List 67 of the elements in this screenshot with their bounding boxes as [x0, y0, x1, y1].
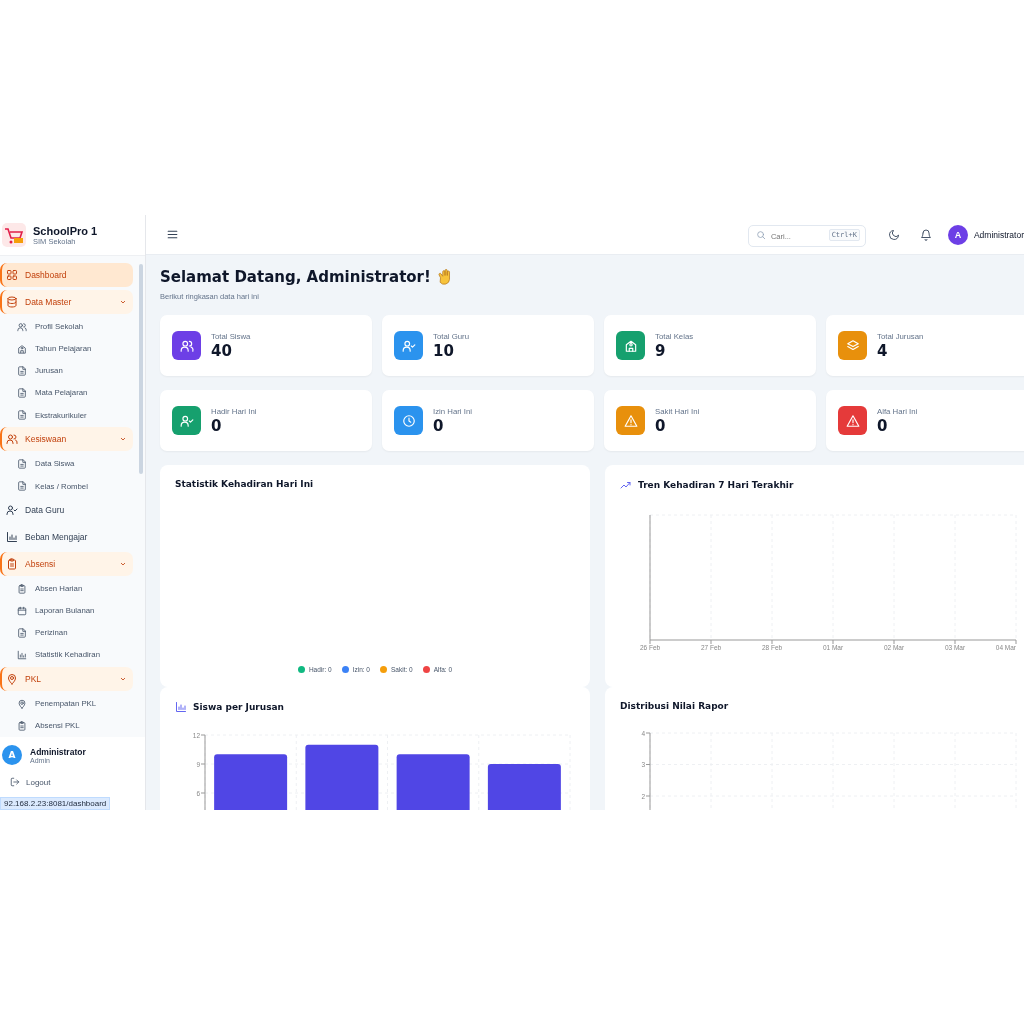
school-building-icon: [17, 343, 27, 354]
bar-chart-icon: [6, 530, 18, 543]
sidebar-item[interactable]: Data Guru: [0, 498, 133, 522]
menu-icon: [166, 228, 179, 241]
sidebar-item[interactable]: Dashboard: [0, 263, 133, 287]
bell-icon: [919, 228, 932, 241]
layers-icon: [845, 338, 860, 353]
users-icon: [17, 321, 27, 332]
logout-link[interactable]: Logout: [10, 777, 143, 787]
sidebar-item[interactable]: Kesiswaan: [0, 427, 133, 451]
status-url: 92.168.2.23:8081/dashboard: [0, 797, 111, 810]
sidebar-item[interactable]: Data Master: [0, 289, 133, 314]
sidebar-item[interactable]: Absensi: [0, 551, 133, 576]
sidebar-item[interactable]: Beban Mengajar: [0, 524, 133, 549]
stat-value: 0: [877, 416, 889, 435]
search-icon: [755, 229, 766, 240]
user-check-icon: [6, 504, 18, 517]
users-icon: [6, 433, 18, 446]
stat-value: 10: [433, 341, 455, 360]
stat-value: 0: [655, 416, 667, 435]
user-avatar[interactable]: A: [947, 224, 968, 245]
document-icon: [17, 627, 27, 638]
database-icon: [6, 295, 18, 308]
bar-chart-icon: [17, 649, 27, 660]
document-icon: [17, 365, 27, 376]
card-title: Tren Kehadiran 7 Hari Terakhir: [638, 480, 794, 490]
location-pin-icon: [6, 672, 18, 685]
logout-icon: [10, 777, 20, 787]
users-icon: [179, 338, 194, 353]
user-name[interactable]: Administrator: [973, 229, 1024, 240]
warning-icon: [845, 413, 860, 428]
page-title: Selamat Datang, Administrator!: [160, 268, 431, 286]
moon-icon: [887, 228, 900, 241]
warning-icon: [623, 413, 638, 428]
clock-icon: [401, 413, 416, 428]
stat-value: 9: [655, 341, 667, 360]
notifications-button[interactable]: [919, 228, 932, 241]
brand-name: SchoolPro 1: [33, 224, 98, 237]
card-title: Siswa per Jurusan: [193, 702, 284, 712]
document-icon: [17, 481, 27, 492]
stat-value: 0: [211, 416, 223, 435]
scrollbar[interactable]: [139, 264, 143, 474]
stat-value: 4: [877, 341, 889, 360]
clipboard-icon: [17, 720, 27, 731]
user-avatar: A: [2, 745, 22, 765]
sidebar-item[interactable]: PKL: [0, 667, 133, 691]
document-icon: [17, 387, 27, 398]
bar-chart-icon: [175, 701, 187, 713]
document-icon: [17, 459, 27, 469]
trend-up-icon: [620, 479, 632, 491]
school-building-icon: [623, 338, 638, 353]
document-icon: [17, 410, 27, 421]
logo-icon: [2, 223, 26, 247]
clipboard-icon: [6, 557, 18, 570]
user-check-icon: [401, 338, 416, 353]
clipboard-icon: [17, 583, 27, 594]
menu-button[interactable]: [166, 228, 179, 241]
card-title: Statistik Kehadiran Hari Ini: [175, 479, 314, 489]
user-name: Administrator: [30, 746, 86, 757]
calendar-icon: [17, 605, 27, 616]
stat-value: 40: [211, 341, 233, 360]
location-pin-icon: [17, 698, 27, 709]
dark-mode-button[interactable]: [887, 228, 900, 241]
stat-value: 0: [433, 416, 445, 435]
grid-icon: [6, 268, 18, 281]
card-title: Distribusi Nilai Rapor: [620, 701, 729, 711]
user-check-icon: [179, 413, 194, 428]
